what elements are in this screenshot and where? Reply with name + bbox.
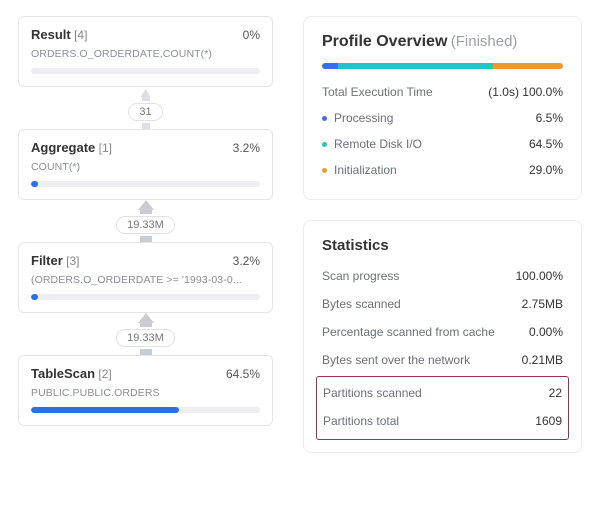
node-subtitle: ORDERS.O_ORDERDATE,COUNT(*) [31,48,260,60]
stat-label: Percentage scanned from cache [322,325,495,339]
edge-rowcount: 31 [128,103,162,121]
node-progress-bar [31,294,260,300]
stats-title: Statistics [322,237,563,254]
arrow-up-icon [138,313,154,323]
stat-row: Partitions total 1609 [323,407,562,435]
legend-dot-icon [322,168,327,173]
item-label: Processing [334,111,393,125]
node-index: [4] [74,28,87,42]
total-value: (1.0s) 100.0% [488,85,563,99]
item-value: 29.0% [529,163,563,177]
plan-node-result[interactable]: Result [4] 0% ORDERS.O_ORDERDATE,COUNT(*… [18,16,273,87]
stat-value: 0.00% [529,325,563,339]
profile-item-row: Processing 6.5% [322,105,563,131]
profile-total-row: Total Execution Time (1.0s) 100.0% [322,79,563,105]
item-value: 6.5% [536,111,563,125]
stat-value: 0.21MB [522,353,563,367]
node-progress-bar [31,68,260,74]
stat-label: Partitions total [323,414,399,428]
stat-row: Percentage scanned from cache 0.00% [322,318,563,346]
node-index: [2] [98,367,111,381]
plan-node-tablescan[interactable]: TableScan [2] 64.5% PUBLIC.PUBLIC.ORDERS [18,355,273,426]
node-subtitle: (ORDERS.O_ORDERDATE >= '1993-03-0... [31,274,260,286]
profile-status: (Finished) [451,33,518,50]
legend-dot-icon [322,142,327,147]
stat-value: 1609 [535,414,562,428]
stat-value: 22 [549,386,562,400]
item-label: Remote Disk I/O [334,137,422,151]
node-subtitle: COUNT(*) [31,161,260,173]
profile-item-row: Remote Disk I/O 64.5% [322,131,563,157]
node-title: Filter [31,253,63,268]
total-label: Total Execution Time [322,85,433,99]
stat-row: Partitions scanned 22 [323,379,562,407]
profile-stacked-bar [322,63,563,69]
plan-edge: 19.33M [18,200,273,242]
stat-value: 100.00% [516,269,563,283]
edge-rowcount: 19.33M [116,329,175,347]
node-subtitle: PUBLIC.PUBLIC.ORDERS [31,387,260,399]
node-title: TableScan [31,366,95,381]
node-title: Result [31,27,71,42]
stat-row: Bytes scanned 2.75MB [322,290,563,318]
legend-dot-icon [322,116,327,121]
node-percent: 0% [243,28,260,42]
arrow-up-icon [138,200,154,210]
node-percent: 3.2% [233,141,260,155]
stat-label: Bytes scanned [322,297,401,311]
stat-value: 2.75MB [522,297,563,311]
node-index: [1] [99,141,112,155]
item-value: 64.5% [529,137,563,151]
plan-edge: 31 [18,87,273,129]
stat-label: Scan progress [322,269,399,283]
profile-title: Profile Overview [322,33,447,50]
edge-rowcount: 19.33M [116,216,175,234]
plan-node-aggregate[interactable]: Aggregate [1] 3.2% COUNT(*) [18,129,273,200]
profile-overview-panel: Profile Overview (Finished) Total Execut… [303,16,582,200]
node-percent: 3.2% [233,254,260,268]
stat-label: Partitions scanned [323,386,422,400]
stat-label: Bytes sent over the network [322,353,470,367]
item-label: Initialization [334,163,397,177]
node-title: Aggregate [31,140,95,155]
node-index: [3] [66,254,79,268]
partitions-highlight: Partitions scanned 22 Partitions total 1… [316,376,569,440]
node-percent: 64.5% [226,367,260,381]
node-progress-bar [31,407,260,413]
stat-row: Bytes sent over the network 0.21MB [322,346,563,374]
plan-node-filter[interactable]: Filter [3] 3.2% (ORDERS.O_ORDERDATE >= '… [18,242,273,313]
stat-row: Scan progress 100.00% [322,262,563,290]
plan-edge: 19.33M [18,313,273,355]
arrow-up-icon [141,89,151,97]
statistics-panel: Statistics Scan progress 100.00% Bytes s… [303,220,582,453]
node-progress-bar [31,181,260,187]
query-plan-tree: Result [4] 0% ORDERS.O_ORDERDATE,COUNT(*… [18,16,273,453]
profile-item-row: Initialization 29.0% [322,157,563,183]
